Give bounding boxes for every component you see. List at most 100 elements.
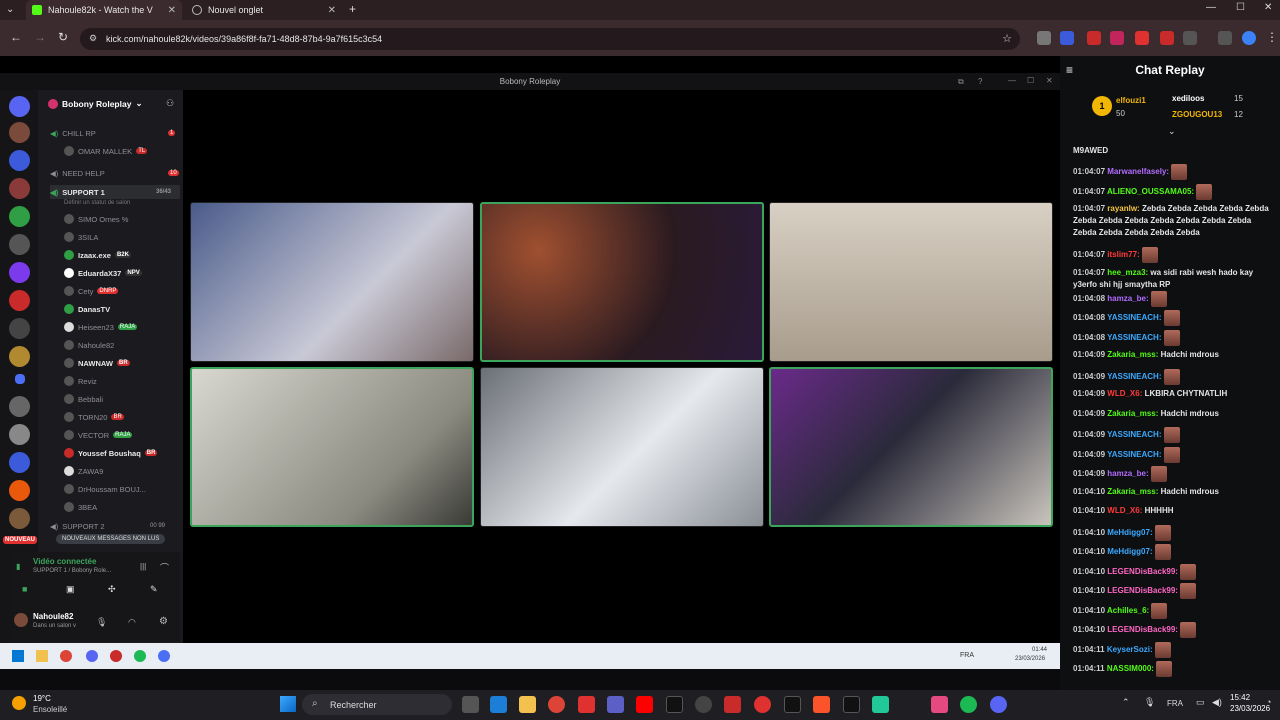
discord-minimize-button[interactable]: — xyxy=(1008,76,1016,85)
voice-user[interactable]: ZAWA9 xyxy=(64,464,103,478)
forward-arrow-icon[interactable]: → xyxy=(34,30,46,44)
message-username[interactable]: Zakaria_mss: xyxy=(1107,409,1158,418)
server-icon[interactable] xyxy=(9,508,30,529)
notification-bell-icon[interactable]: ◔ xyxy=(1266,697,1271,707)
server-icon[interactable] xyxy=(9,480,30,501)
app-icon[interactable] xyxy=(843,696,860,713)
message-username[interactable]: itslim77: xyxy=(1107,250,1139,259)
tab-kick[interactable]: Nahoule82k - Watch the V ✕ xyxy=(26,0,182,20)
language-indicator[interactable]: FRA xyxy=(1167,699,1183,708)
discord-maximize-button[interactable]: ☐ xyxy=(1027,76,1034,85)
message-username[interactable]: YASSINEACH: xyxy=(1107,372,1161,381)
leaderboard-name[interactable]: xediloos xyxy=(1172,94,1204,103)
new-tab-button[interactable]: + xyxy=(349,2,356,16)
expand-leaderboard-icon[interactable]: ⌄ xyxy=(1168,126,1176,137)
maximize-button[interactable]: ☐ xyxy=(1236,2,1245,13)
discord-icon[interactable] xyxy=(990,696,1007,713)
video-tile[interactable] xyxy=(190,202,474,362)
clock-time[interactable]: 15:42 xyxy=(1230,693,1250,702)
message-username[interactable]: KeyserSozi: xyxy=(1107,645,1153,654)
copilot-icon[interactable] xyxy=(490,696,507,713)
message-username[interactable]: MeHdigg07: xyxy=(1107,528,1152,537)
close-icon[interactable]: ✕ xyxy=(168,5,176,16)
voice-user[interactable]: VECTOR RAJA xyxy=(64,428,133,442)
teams-icon[interactable] xyxy=(607,696,624,713)
message-username[interactable]: LEGENDisBack99: xyxy=(1107,625,1178,634)
app-icon[interactable] xyxy=(724,696,741,713)
reload-icon[interactable]: ↻ xyxy=(58,30,68,44)
message-username[interactable]: NASSIM000: xyxy=(1107,664,1154,673)
server-icon[interactable] xyxy=(9,318,30,339)
voice-user[interactable]: OMAR MALLEK TL xyxy=(64,144,148,158)
file-explorer-icon[interactable] xyxy=(519,696,536,713)
server-icon[interactable] xyxy=(9,396,30,417)
weather-temp[interactable]: 19°C xyxy=(33,694,51,703)
message-username[interactable]: YASSINEACH: xyxy=(1107,450,1161,459)
server-header[interactable]: Bobony Roleplay ⌄ xyxy=(48,98,143,109)
server-icon[interactable] xyxy=(9,346,30,367)
message-username[interactable]: WLD_X6: xyxy=(1107,506,1142,515)
voice-channel-support-1[interactable]: ◀) SUPPORT 1 36/43 xyxy=(50,185,180,199)
message-username[interactable]: YASSINEACH: xyxy=(1107,430,1161,439)
headphones-icon[interactable]: ◠ xyxy=(128,617,136,628)
server-icon[interactable] xyxy=(9,290,30,311)
video-tile[interactable] xyxy=(480,367,764,527)
message-username[interactable]: hamza_be: xyxy=(1107,294,1148,303)
camera-icon[interactable]: ■ xyxy=(22,584,27,594)
close-icon[interactable]: ✕ xyxy=(328,5,336,16)
app-icon[interactable] xyxy=(754,696,771,713)
back-arrow-icon[interactable]: ← xyxy=(10,30,22,44)
message-username[interactable]: LEGENDisBack99: xyxy=(1107,567,1178,576)
menu-icon[interactable]: ⋮ xyxy=(1266,30,1278,44)
bookmark-star-icon[interactable]: ☆ xyxy=(1002,32,1012,45)
extension-icon[interactable] xyxy=(1135,31,1149,45)
message-username[interactable]: YASSINEACH: xyxy=(1107,313,1161,322)
voice-user[interactable]: Izaax.exe B2K xyxy=(64,248,131,262)
message-username[interactable]: hee_mza3: xyxy=(1107,268,1148,277)
site-info-icon[interactable]: ⚙ xyxy=(89,33,97,44)
minimize-button[interactable]: — xyxy=(1206,2,1216,13)
clock-date[interactable]: 23/03/2026 xyxy=(1230,704,1270,713)
message-username[interactable]: Zakaria_mss: xyxy=(1107,350,1158,359)
video-tile[interactable] xyxy=(769,202,1053,362)
microphone-icon[interactable]: 🎙 xyxy=(1144,697,1155,708)
extension-icon[interactable] xyxy=(1060,31,1074,45)
tray-chevron-icon[interactable]: ⌃ xyxy=(1122,697,1130,708)
voice-channel-path[interactable]: SUPPORT 1 / Bobony Role... xyxy=(33,568,111,574)
extension-icon[interactable] xyxy=(1160,31,1174,45)
message-username[interactable]: M9AWED xyxy=(1073,146,1108,155)
username[interactable]: Nahoule82 xyxy=(33,612,73,621)
noise-suppression-icon[interactable]: ||| xyxy=(140,562,146,571)
voice-user[interactable]: Bebbali xyxy=(64,392,103,406)
voice-user[interactable]: 3SILA xyxy=(64,230,98,244)
voice-user[interactable]: Reviz xyxy=(64,374,97,388)
user-avatar[interactable] xyxy=(14,613,28,627)
server-icon[interactable] xyxy=(9,452,30,473)
microphone-icon[interactable]: 🎙 xyxy=(96,617,107,628)
video-tile[interactable] xyxy=(190,367,474,527)
weather-sun-icon[interactable] xyxy=(12,696,26,710)
message-username[interactable]: hamza_be: xyxy=(1107,469,1148,478)
extension-icon[interactable] xyxy=(1087,31,1101,45)
address-bar[interactable]: ⚙ kick.com/nahoule82k/videos/39a86f8f-fa… xyxy=(80,28,1020,50)
voice-user[interactable]: TORN20 BR xyxy=(64,410,124,424)
app-icon[interactable] xyxy=(666,696,683,713)
leaderboard-name[interactable]: ZGOUGOU13 xyxy=(1172,110,1222,119)
voice-user[interactable]: EduardaX37 NPV xyxy=(64,266,142,280)
discord-home-icon[interactable] xyxy=(9,96,30,117)
voice-channel-chill-rp[interactable]: ◀) CHILL RP 1 xyxy=(50,126,176,140)
signal-icon[interactable]: ▮ xyxy=(16,562,20,571)
voice-user[interactable]: Cety DNRP xyxy=(64,284,119,298)
help-icon[interactable]: ? xyxy=(978,77,982,86)
leaderboard-name[interactable]: elfouzi1 xyxy=(1116,96,1146,105)
voice-channel-need-help[interactable]: ◀) NEED HELP 10 xyxy=(50,166,179,180)
brave-icon[interactable] xyxy=(813,696,830,713)
tab-search-icon[interactable]: ⌄ xyxy=(6,4,14,15)
network-icon[interactable]: ▭ xyxy=(1196,697,1205,708)
server-icon[interactable] xyxy=(9,206,30,227)
message-username[interactable]: ALIENO_OUSSAMA05: xyxy=(1107,187,1194,196)
message-username[interactable]: Zakaria_mss: xyxy=(1107,487,1158,496)
extension-icon[interactable] xyxy=(1110,31,1124,45)
disconnect-icon[interactable]: ⌒ xyxy=(160,561,169,574)
app-icon[interactable] xyxy=(931,696,948,713)
